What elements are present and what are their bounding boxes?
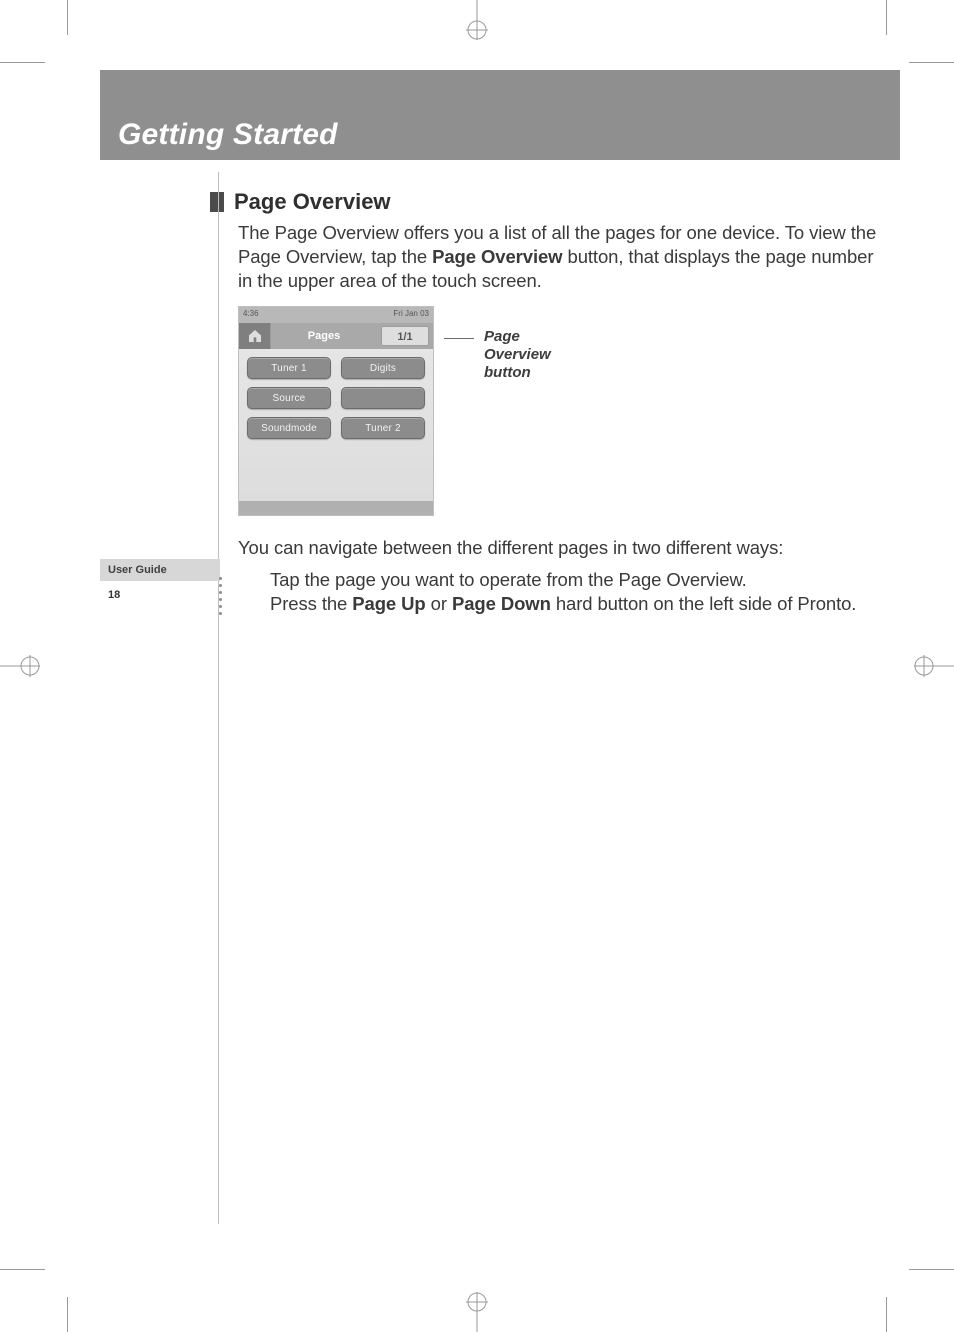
footer-dots — [219, 577, 222, 615]
callout-line: button — [484, 364, 551, 382]
trim-mark — [886, 1297, 887, 1332]
page-button[interactable] — [341, 387, 425, 409]
page-button[interactable]: Digits — [341, 357, 425, 379]
crop-mark-left — [0, 646, 40, 686]
nav-item-text: Tap the page you want to operate from th… — [270, 569, 747, 590]
intro-bold: Page Overview — [432, 246, 562, 267]
chapter-title: Getting Started — [118, 118, 338, 152]
callout-leader-line — [444, 338, 474, 339]
page-button[interactable]: Soundmode — [247, 417, 331, 439]
vertical-rule — [218, 172, 219, 1224]
callout-line: Overview — [484, 346, 551, 364]
nav-item-bold: Page Down — [452, 593, 551, 614]
page-overview-button[interactable]: 1/1 — [381, 326, 429, 346]
figure-row: 4:36 Fri Jan 03 Pages 1/1 Tuner 1 Digits — [238, 306, 878, 516]
nav-item-pre: Press the — [270, 593, 352, 614]
home-icon — [239, 323, 271, 349]
nav-item-post: hard button on the left side of Pronto. — [551, 593, 857, 614]
nav-item: Tap the page you want to operate from th… — [270, 568, 878, 592]
page-button[interactable]: Tuner 1 — [247, 357, 331, 379]
nav-item-bold: Page Up — [352, 593, 425, 614]
page-number: 18 — [100, 581, 220, 603]
trim-mark — [0, 62, 45, 63]
page-button[interactable]: Source — [247, 387, 331, 409]
callout-line: Page — [484, 328, 551, 346]
section-marker — [210, 192, 224, 212]
trim-mark — [909, 1269, 954, 1270]
device-statusbar: 4:36 Fri Jan 03 — [239, 307, 433, 323]
page-button[interactable]: Tuner 2 — [341, 417, 425, 439]
nav-intro: You can navigate between the different p… — [238, 536, 878, 560]
intro-paragraph: The Page Overview offers you a list of a… — [238, 221, 878, 292]
crop-mark-bottom — [457, 1292, 497, 1332]
device-tabrow: Pages 1/1 — [239, 323, 433, 349]
device-page-grid: Tuner 1 Digits Source Soundmode Tuner 2 — [239, 349, 433, 447]
status-date: Fri Jan 03 — [393, 309, 429, 321]
footer-label: User Guide — [100, 559, 220, 581]
trim-mark — [67, 1297, 68, 1332]
nav-item: Press the Page Up or Page Down hard butt… — [270, 592, 878, 616]
trim-mark — [0, 1269, 45, 1270]
status-time: 4:36 — [243, 309, 259, 321]
crop-mark-right — [914, 646, 954, 686]
device-footbar — [239, 501, 433, 515]
crop-mark-top — [457, 0, 497, 40]
trim-mark — [67, 0, 68, 35]
device-screenshot: 4:36 Fri Jan 03 Pages 1/1 Tuner 1 Digits — [238, 306, 434, 516]
nav-item-mid: or — [426, 593, 452, 614]
page-footer: User Guide 18 — [100, 559, 220, 603]
section-heading: Page Overview — [234, 188, 391, 216]
trim-mark — [886, 0, 887, 35]
trim-mark — [909, 62, 954, 63]
chapter-banner: Getting Started — [100, 70, 900, 160]
figure-callout: Page Overview button — [484, 328, 551, 382]
tab-label: Pages — [271, 329, 377, 343]
